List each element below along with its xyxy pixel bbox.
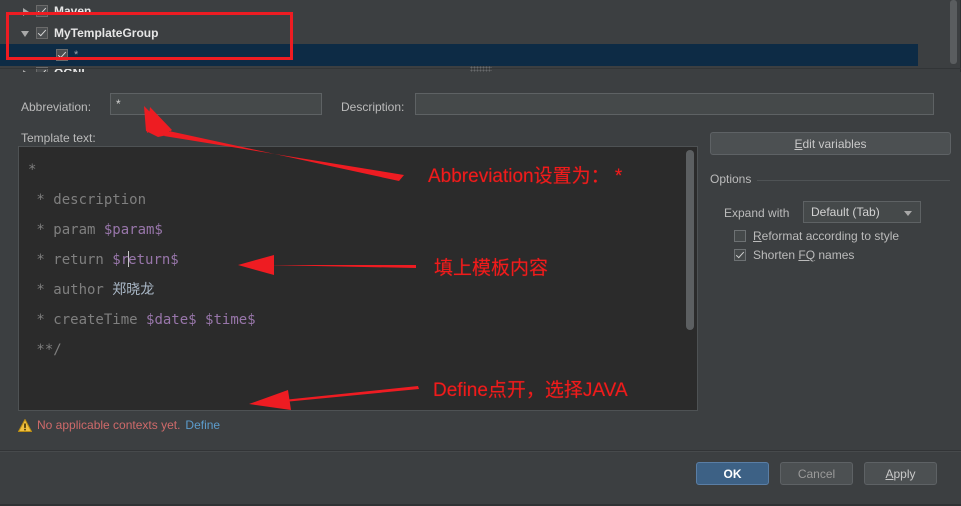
apply-label: Apply bbox=[885, 467, 915, 481]
editor-vertical-scrollbar[interactable] bbox=[686, 150, 694, 408]
code-line: * createTime $date$ $time$ bbox=[28, 305, 675, 335]
shorten-mnemonic: FQ bbox=[798, 248, 816, 262]
code-token: $r bbox=[112, 252, 130, 268]
shorten-label: Shorten FQ names bbox=[753, 248, 855, 262]
reformat-mnemonic: R bbox=[753, 229, 762, 243]
tree-row-label: * bbox=[74, 49, 79, 61]
code-token: * param bbox=[28, 222, 104, 238]
tree-vertical-scrollbar[interactable] bbox=[950, 0, 957, 72]
reformat-checkbox[interactable] bbox=[734, 230, 746, 242]
warning-message: No applicable contexts yet. bbox=[37, 418, 181, 432]
edit-variables-label: Edit variables bbox=[794, 137, 866, 151]
bottom-separator-highlight bbox=[0, 451, 961, 452]
expand-with-label: Expand with bbox=[724, 206, 790, 220]
abbreviation-label: Abbreviation: bbox=[21, 100, 92, 114]
tree-row[interactable]: MyTemplateGroup bbox=[0, 22, 918, 44]
code-token: * description bbox=[28, 192, 147, 208]
tree-row-checkbox[interactable] bbox=[36, 5, 48, 17]
ok-label: OK bbox=[723, 466, 742, 481]
tree-scrollbar-thumb[interactable] bbox=[950, 0, 957, 64]
reformat-rest: eformat according to style bbox=[761, 229, 900, 243]
cancel-button[interactable]: Cancel bbox=[780, 462, 853, 485]
apply-rest: pply bbox=[893, 466, 916, 481]
chevron-right-icon[interactable] bbox=[20, 5, 33, 18]
edit-variables-rest: dit variables bbox=[802, 136, 867, 151]
annotation-text: Abbreviation设置为： * bbox=[428, 166, 623, 187]
code-line: * param $param$ bbox=[28, 215, 675, 245]
tree-row-label: MyTemplateGroup bbox=[54, 26, 159, 40]
code-line: **/ bbox=[28, 335, 675, 365]
code-token: eturn$ bbox=[128, 252, 179, 268]
warning-triangle-icon bbox=[17, 417, 33, 432]
code-token: **/ bbox=[28, 342, 62, 358]
code-line: * description bbox=[28, 185, 675, 215]
annotation-text: 填上模板内容 bbox=[434, 258, 549, 279]
tree-row-label: Maven bbox=[54, 4, 92, 18]
description-label: Description: bbox=[341, 100, 405, 114]
panel-splitter[interactable] bbox=[0, 64, 961, 74]
code-token: $param$ bbox=[103, 222, 163, 238]
code-token: $time$ bbox=[205, 312, 256, 328]
reformat-checkbox-row[interactable]: Reformat according to style bbox=[734, 229, 899, 243]
code-line: * author 郑晓龙 bbox=[28, 275, 675, 305]
code-token: * return bbox=[28, 252, 113, 268]
define-link[interactable]: Define bbox=[185, 418, 220, 432]
code-line: * return $return$ bbox=[28, 245, 675, 275]
code-token: * author bbox=[28, 282, 113, 298]
shorten-fq-checkbox[interactable] bbox=[734, 249, 746, 261]
editor-scrollbar-thumb[interactable] bbox=[686, 150, 694, 330]
options-group-title: Options bbox=[710, 172, 758, 186]
context-warning-row: No applicable contexts yet. Define bbox=[17, 417, 220, 432]
template-text-label: Template text: bbox=[21, 131, 96, 145]
code-token: 郑晓龙 bbox=[112, 282, 155, 298]
tree-row-checkbox[interactable] bbox=[36, 27, 48, 39]
chevron-down-icon[interactable] bbox=[904, 211, 912, 216]
expand-with-combo[interactable]: Default (Tab) bbox=[803, 201, 921, 223]
tree-row[interactable]: Maven bbox=[0, 0, 918, 22]
code-token: * createTime bbox=[28, 312, 147, 328]
apply-mnemonic: A bbox=[885, 466, 894, 481]
apply-button[interactable]: Apply bbox=[864, 462, 937, 485]
edit-variables-button[interactable]: Edit variables bbox=[710, 132, 951, 155]
template-settings-dialog: MavenMyTemplateGroup*OGNL Abbreviation: … bbox=[0, 0, 961, 506]
tree-row-checkbox[interactable] bbox=[56, 49, 68, 61]
template-tree-panel[interactable]: MavenMyTemplateGroup*OGNL bbox=[0, 0, 961, 72]
code-token: $date$ bbox=[146, 312, 197, 328]
shorten-checkbox-row[interactable]: Shorten FQ names bbox=[734, 248, 854, 262]
ok-button[interactable]: OK bbox=[696, 462, 769, 485]
description-input[interactable] bbox=[415, 93, 934, 115]
expand-with-value: Default (Tab) bbox=[811, 205, 880, 219]
annotation-text: Define点开，选择JAVA bbox=[433, 380, 628, 401]
code-token: * bbox=[28, 162, 37, 178]
cancel-label: Cancel bbox=[797, 466, 836, 481]
chevron-down-icon[interactable] bbox=[20, 27, 33, 40]
reformat-label: Reformat according to style bbox=[753, 229, 899, 243]
splitter-grip-icon[interactable] bbox=[470, 66, 492, 72]
abbreviation-input[interactable] bbox=[110, 93, 322, 115]
